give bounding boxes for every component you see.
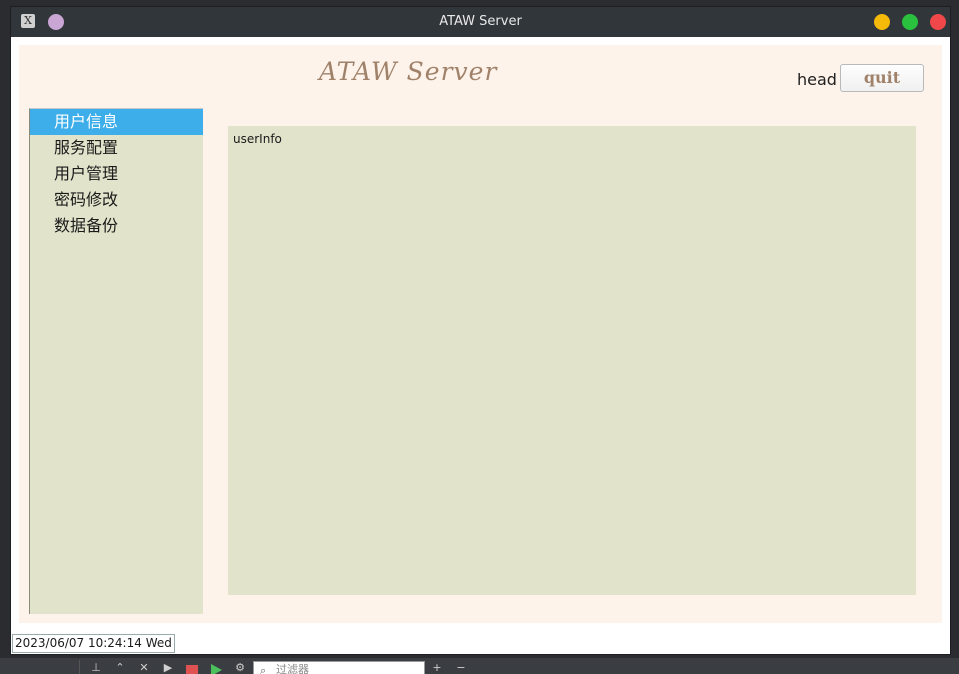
panel-label: userInfo	[233, 132, 282, 146]
sidebar-item-data-backup[interactable]: 数据备份	[30, 213, 203, 239]
toolbar-divider	[79, 660, 80, 674]
sidebar-item-password-change[interactable]: 密码修改	[30, 187, 203, 213]
title-bar[interactable]: X ATAW Server	[11, 7, 950, 37]
play-icon[interactable]	[211, 664, 222, 674]
sidebar-nav: 用户信息 服务配置 用户管理 密码修改 数据备份	[29, 108, 203, 614]
quit-button[interactable]: quit	[840, 64, 924, 92]
main-panel: userInfo	[228, 126, 916, 595]
status-datetime: 2023/06/07 10:24:14 Wed	[12, 634, 175, 653]
gear-icon[interactable]: ⚙	[234, 662, 246, 674]
app-title: ATAW Server	[319, 57, 498, 86]
filter-placeholder: 过滤器	[276, 663, 309, 674]
stop-icon[interactable]	[186, 665, 198, 674]
run-icon[interactable]: ▶	[162, 662, 174, 674]
content-area: ATAW Server head quit 用户信息 服务配置 用户管理 密码修…	[19, 45, 942, 623]
close-button[interactable]	[930, 14, 946, 30]
minus-icon[interactable]: −	[455, 662, 467, 674]
sidebar-item-user-management[interactable]: 用户管理	[30, 161, 203, 187]
sidebar-item-user-info[interactable]: 用户信息	[30, 109, 203, 135]
plus-icon[interactable]: +	[431, 662, 443, 674]
app-window: X ATAW Server ATAW Server head quit 用户信息…	[10, 6, 951, 655]
maximize-button[interactable]	[902, 14, 918, 30]
bottom-toolbar: ⊥ ⌃ ✕ ▶ ⚙ ⌕ 过滤器 + −	[0, 658, 959, 674]
filter-input[interactable]: ⌕ 过滤器	[253, 661, 425, 674]
chevron-up-icon[interactable]: ⌃	[114, 662, 126, 674]
head-label: head	[797, 70, 837, 89]
minimize-button[interactable]	[874, 14, 890, 30]
close-icon[interactable]: ✕	[138, 662, 150, 674]
window-title: ATAW Server	[439, 14, 522, 29]
tool-icon[interactable]: ⊥	[90, 662, 102, 674]
search-icon: ⌕	[260, 664, 267, 674]
sidebar-item-service-config[interactable]: 服务配置	[30, 135, 203, 161]
